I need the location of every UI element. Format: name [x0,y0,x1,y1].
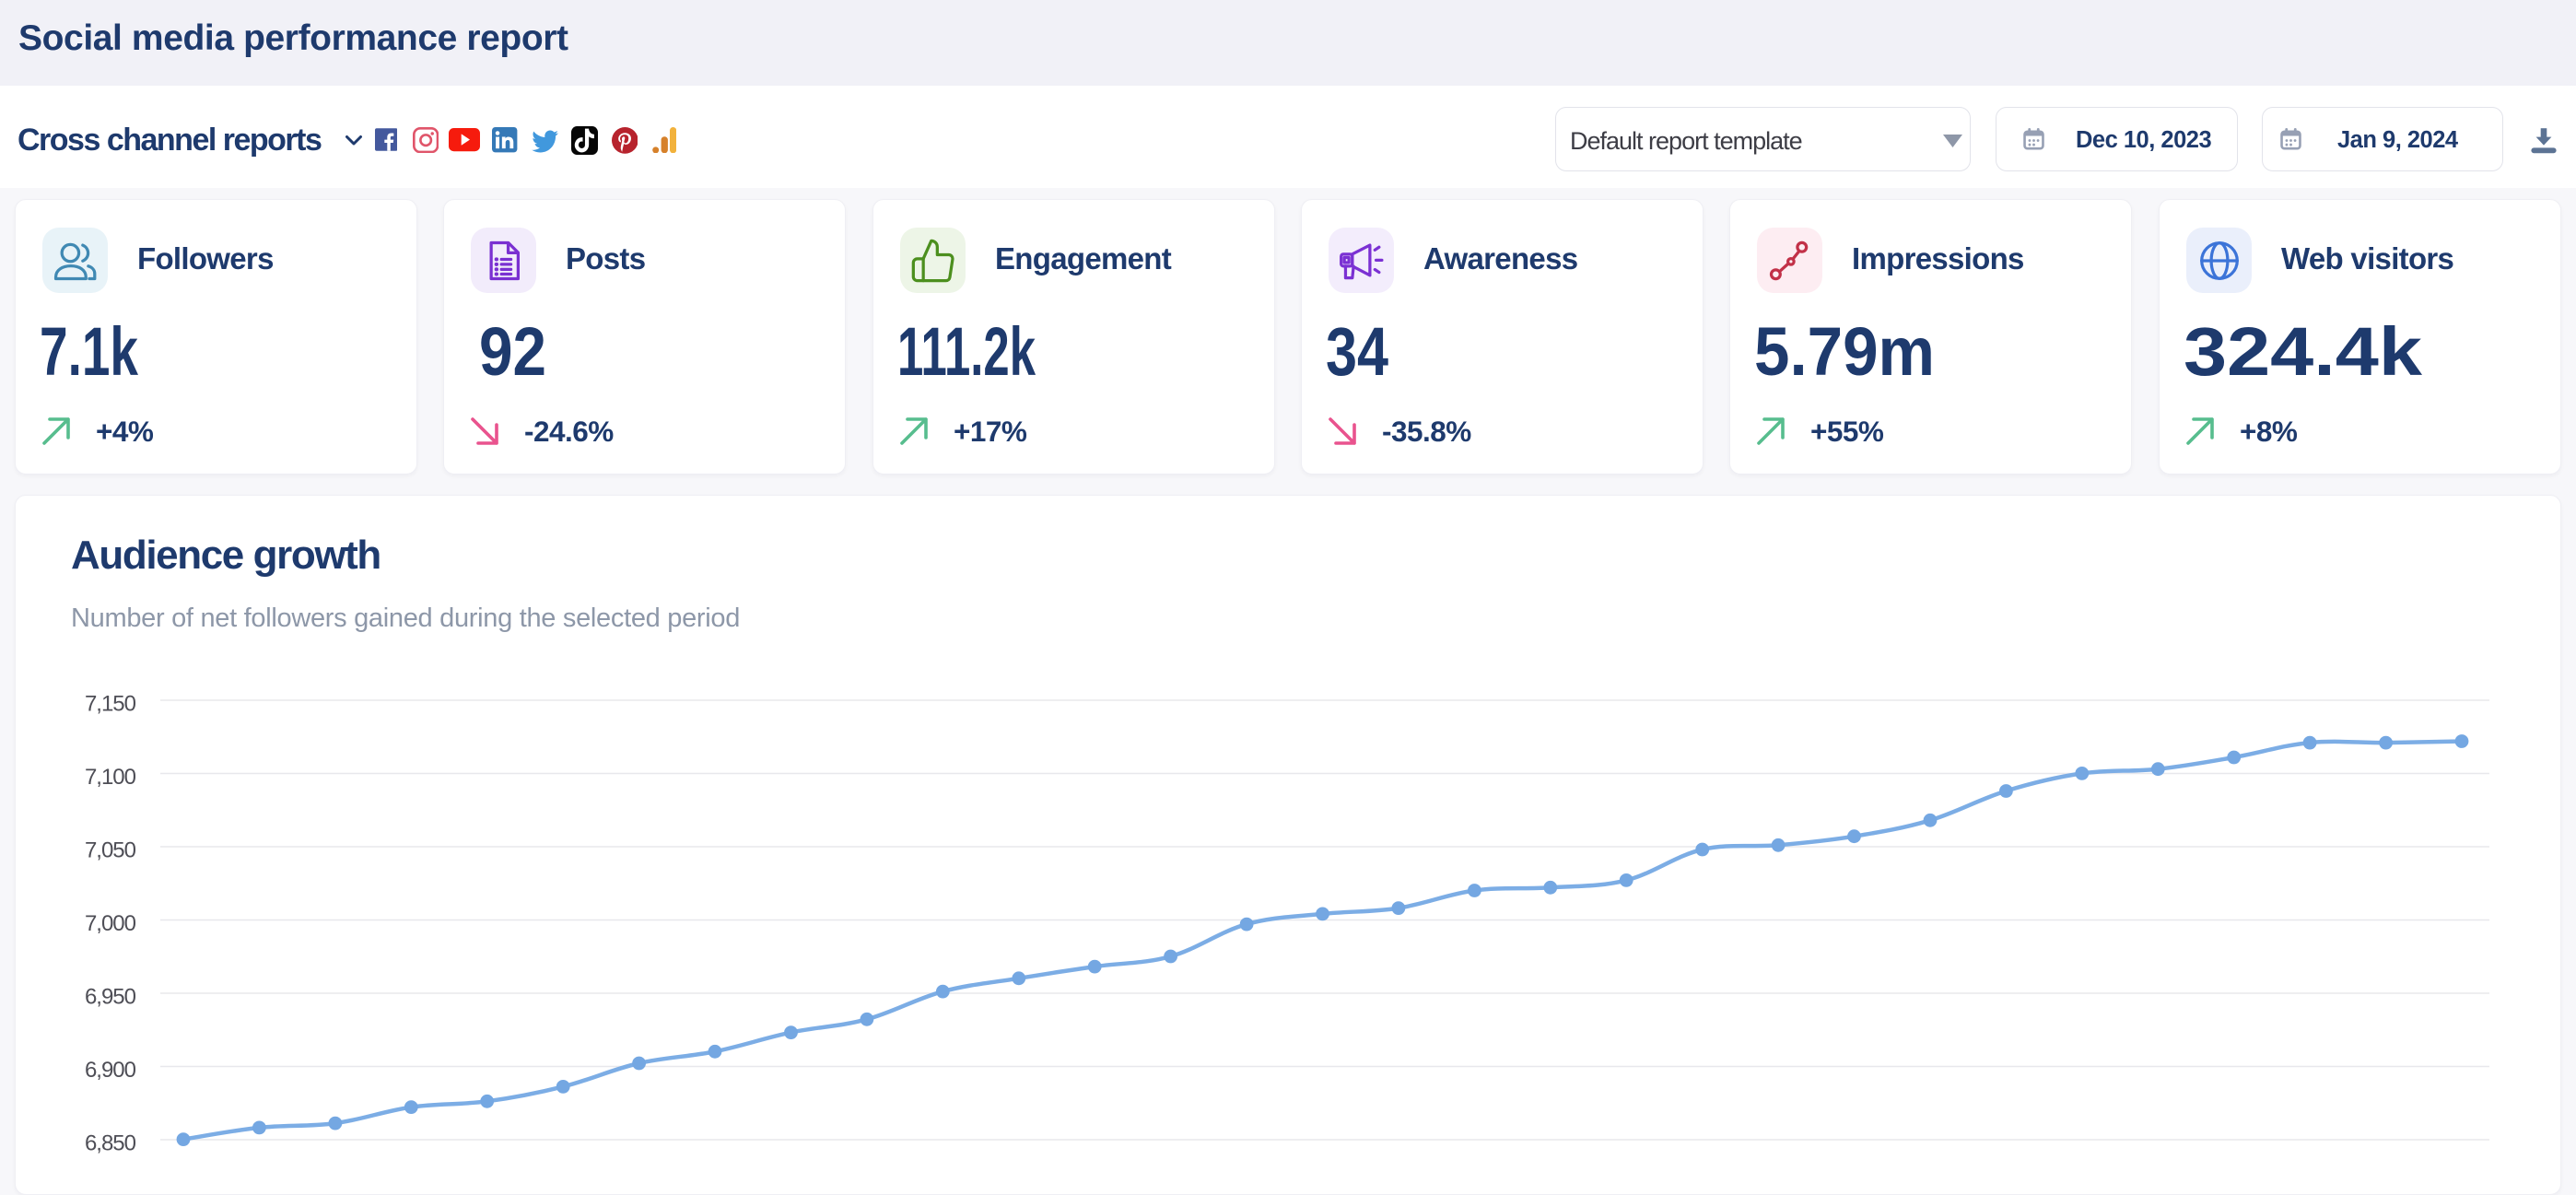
svg-text:6,900: 6,900 [85,1058,136,1083]
svg-text:7,150: 7,150 [85,692,136,717]
svg-text:7,000: 7,000 [85,911,136,936]
svg-text:7,050: 7,050 [85,838,136,863]
svg-text:7,100: 7,100 [85,765,136,790]
svg-text:6,950: 6,950 [85,985,136,1010]
svg-text:6,850: 6,850 [85,1131,136,1156]
